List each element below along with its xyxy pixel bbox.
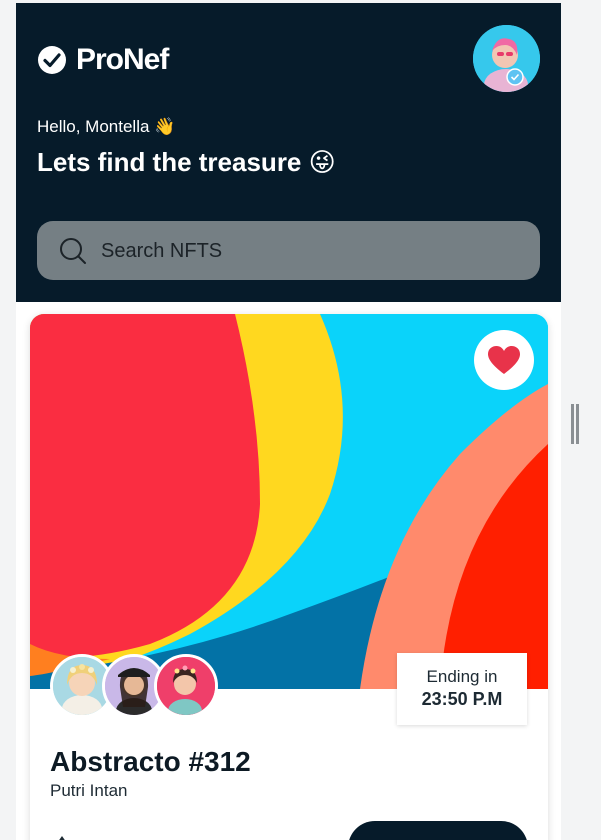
ethereum-icon xyxy=(59,836,65,840)
owner-avatar[interactable] xyxy=(154,654,218,718)
nft-card[interactable]: Ending in 23:50 P.M Abstracto #312 Putri… xyxy=(30,314,548,840)
search-icon xyxy=(60,238,86,264)
ending-time: 23:50 P.M xyxy=(421,689,503,709)
headline: Lets find the treasure 😜 xyxy=(37,147,336,177)
heart-icon xyxy=(488,346,520,374)
search-bar[interactable] xyxy=(37,221,540,282)
check-logo-icon xyxy=(38,46,66,74)
owner-avatars xyxy=(50,654,230,724)
verified-badge-icon xyxy=(506,68,524,86)
scrollbar-handle[interactable] xyxy=(571,404,579,444)
header: ProNef Hello, Montella 👋 Lets find the t… xyxy=(16,3,561,302)
nft-artwork xyxy=(30,314,548,689)
app-screen: ProNef Hello, Montella 👋 Lets find the t… xyxy=(16,3,561,840)
scrollbar-grip xyxy=(576,404,579,444)
scrollbar-grip xyxy=(571,404,574,444)
like-button[interactable] xyxy=(474,330,534,390)
nft-title: Abstracto #312 xyxy=(50,746,251,777)
search-input[interactable] xyxy=(99,221,523,282)
greeting: Hello, Montella 👋 xyxy=(37,117,176,136)
nft-creator[interactable]: Putri Intan xyxy=(50,781,128,801)
action-button[interactable] xyxy=(348,821,528,840)
app-name: ProNef xyxy=(76,43,169,76)
auction-ending-box: Ending in 23:50 P.M xyxy=(397,653,527,725)
app-logo[interactable]: ProNef xyxy=(38,43,169,77)
ending-label: Ending in xyxy=(426,667,498,686)
